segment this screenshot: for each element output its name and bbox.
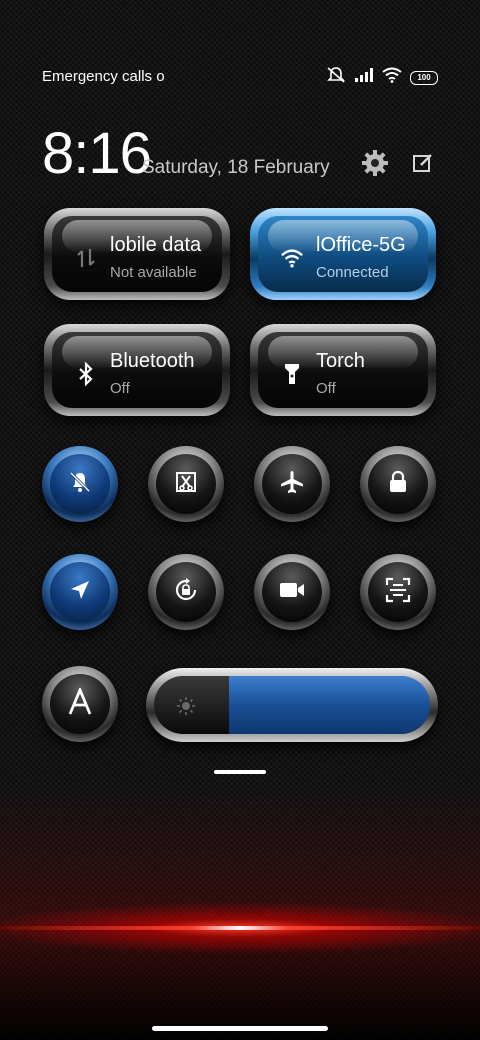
torch-icon (280, 362, 304, 386)
tile-subtitle: Off (316, 380, 336, 397)
toggle-auto-brightness[interactable] (42, 666, 118, 742)
panel-drag-handle[interactable] (214, 770, 266, 774)
clock: 8:16 (42, 121, 152, 186)
screenshot-icon (174, 470, 198, 499)
toggle-screenshot[interactable] (148, 446, 224, 522)
toggle-rotation-lock[interactable] (148, 554, 224, 630)
rotation-lock-icon (173, 577, 199, 608)
tile-title: lobile data (110, 234, 202, 256)
battery-icon: 100 (410, 70, 438, 85)
lock-icon (387, 470, 409, 499)
tile-subtitle: Not available (110, 264, 197, 281)
tile-subtitle: Off (110, 380, 130, 397)
tile-title: Bluetooth (110, 350, 195, 372)
edit-icon[interactable] (408, 148, 438, 178)
tile-title: Torch (316, 350, 365, 372)
silent-bell-icon (68, 470, 92, 499)
tile-title: lOffice-5G (316, 234, 406, 256)
toggle-airplane[interactable] (254, 446, 330, 522)
tile-mobile-data[interactable]: lobile data Not available (44, 208, 230, 300)
auto-brightness-icon (66, 685, 94, 721)
red-glow-line (0, 926, 480, 930)
toggle-location[interactable] (42, 554, 118, 630)
signal-icon (354, 68, 374, 87)
toggle-screen-record[interactable] (254, 554, 330, 630)
scanner-icon (385, 577, 411, 608)
settings-gear-icon[interactable] (360, 148, 390, 178)
toggle-scanner[interactable] (360, 554, 436, 630)
tile-wifi[interactable]: lOffice-5G Connected (250, 208, 436, 300)
brightness-icon (176, 696, 196, 716)
screen-record-icon (278, 579, 306, 606)
status-notification-text: Emergency calls o (42, 68, 165, 85)
bluetooth-icon (74, 362, 98, 386)
mobile-data-icon (74, 246, 98, 270)
brightness-slider[interactable] (146, 668, 438, 742)
silent-mode-icon (326, 66, 346, 89)
wifi-icon (280, 246, 304, 270)
toggle-silent[interactable] (42, 446, 118, 522)
location-icon (68, 578, 92, 607)
wifi-status-icon (382, 67, 402, 88)
home-indicator[interactable] (152, 1026, 328, 1031)
status-bar: Emergency calls o 100 (0, 60, 480, 92)
tile-subtitle: Connected (316, 264, 389, 281)
airplane-icon (279, 469, 305, 500)
toggle-lock[interactable] (360, 446, 436, 522)
date: Saturday, 18 February (142, 157, 330, 178)
brightness-fill (228, 676, 430, 734)
tile-torch[interactable]: Torch Off (250, 324, 436, 416)
tile-bluetooth[interactable]: Bluetooth Off (44, 324, 230, 416)
